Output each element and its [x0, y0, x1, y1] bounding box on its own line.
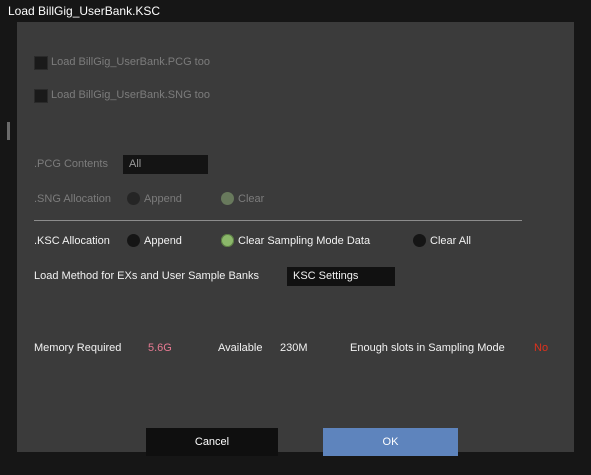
section-divider	[34, 220, 522, 221]
sng-allocation-label: .SNG Allocation	[34, 193, 112, 205]
side-marker	[7, 122, 10, 140]
ksc-clear-sampling-label: Clear Sampling Mode Data	[238, 235, 371, 247]
window-frame-right	[574, 22, 591, 475]
load-method-select[interactable]: KSC Settings	[287, 267, 395, 286]
ksc-clear-sampling-radio[interactable]	[221, 234, 234, 247]
ksc-clear-all-radio[interactable]	[413, 234, 426, 247]
load-pcg-label: Load BillGig_UserBank.PCG too	[51, 56, 210, 68]
window-title: Load BillGig_UserBank.KSC	[8, 4, 161, 18]
cancel-button[interactable]: Cancel	[146, 428, 278, 456]
window-frame-bottom	[0, 452, 591, 475]
load-sng-checkbox[interactable]	[34, 89, 48, 103]
enough-slots-label: Enough slots in Sampling Mode	[350, 342, 505, 354]
load-pcg-checkbox[interactable]	[34, 56, 48, 70]
ksc-allocation-label: .KSC Allocation	[34, 235, 110, 247]
pcg-contents-label: .PCG Contents	[34, 158, 108, 170]
ksc-append-radio[interactable]	[127, 234, 140, 247]
load-method-label: Load Method for EXs and User Sample Bank…	[34, 270, 260, 282]
window-title-bar: Load BillGig_UserBank.KSC	[0, 0, 591, 22]
sng-clear-radio[interactable]	[221, 192, 234, 205]
pcg-contents-select[interactable]: All	[123, 155, 208, 174]
sng-clear-label: Clear	[238, 193, 265, 205]
available-label: Available	[218, 342, 263, 354]
ksc-append-label: Append	[144, 235, 182, 247]
enough-slots-value: No	[534, 342, 549, 354]
memory-required-value: 5.6G	[148, 342, 172, 354]
ksc-clear-all-label: Clear All	[430, 235, 471, 247]
window-frame-left	[0, 22, 17, 475]
sng-append-radio[interactable]	[127, 192, 140, 205]
load-sng-label: Load BillGig_UserBank.SNG too	[51, 89, 210, 101]
memory-required-label: Memory Required	[34, 342, 122, 354]
available-value: 230M	[280, 342, 308, 354]
ok-button[interactable]: OK	[323, 428, 458, 456]
sng-append-label: Append	[144, 193, 182, 205]
